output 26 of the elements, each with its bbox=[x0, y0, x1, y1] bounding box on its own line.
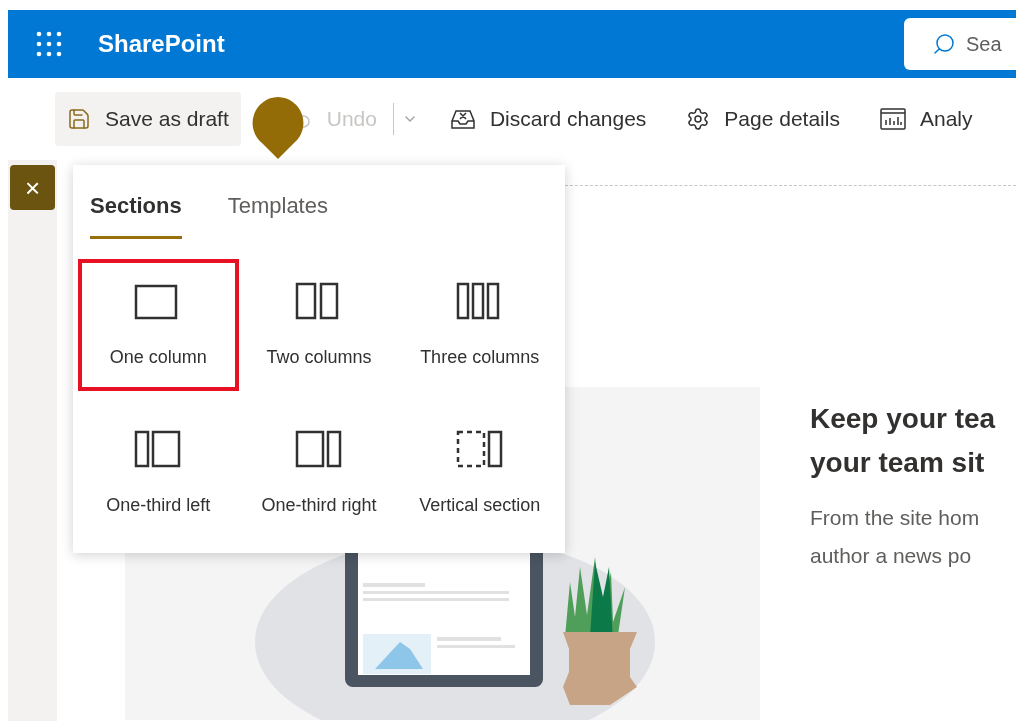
toolbar-button[interactable]: Page details bbox=[674, 92, 852, 146]
search-input[interactable]: Sea bbox=[966, 29, 1006, 59]
app-title: SharePoint bbox=[98, 29, 225, 59]
chart-icon bbox=[879, 108, 906, 130]
toolbar-button[interactable]: Save as draft bbox=[55, 92, 241, 146]
coachmark-tooltip bbox=[250, 95, 306, 161]
body-text: author a news po bbox=[810, 543, 973, 569]
close-button[interactable]: × bbox=[10, 165, 55, 210]
panel-tab[interactable]: Templates bbox=[227, 189, 328, 239]
section-layout-option[interactable]: One-third right bbox=[238, 407, 400, 539]
app-launcher-icon[interactable] bbox=[36, 31, 62, 57]
heading-text: Keep your tea bbox=[810, 402, 996, 436]
body-text: From the site hom bbox=[810, 505, 981, 531]
heading-text: your team sit bbox=[810, 446, 986, 480]
toolbar-button[interactable]: Discard changes bbox=[437, 92, 659, 146]
section-layout-option[interactable]: Vertical section bbox=[399, 407, 560, 539]
save-icon bbox=[67, 107, 91, 131]
section-layout-option[interactable]: One column bbox=[78, 259, 239, 391]
panel-tab[interactable]: Sections bbox=[90, 189, 182, 239]
section-layout-option[interactable]: One-third left bbox=[78, 407, 239, 539]
section-layout-option[interactable]: Three columns bbox=[399, 259, 560, 391]
search-icon bbox=[932, 32, 956, 56]
settings-icon bbox=[686, 107, 711, 131]
section-layout-option[interactable]: Two columns bbox=[238, 259, 400, 391]
toolbar-button[interactable]: Analy bbox=[867, 92, 985, 146]
discard-icon bbox=[449, 107, 476, 131]
